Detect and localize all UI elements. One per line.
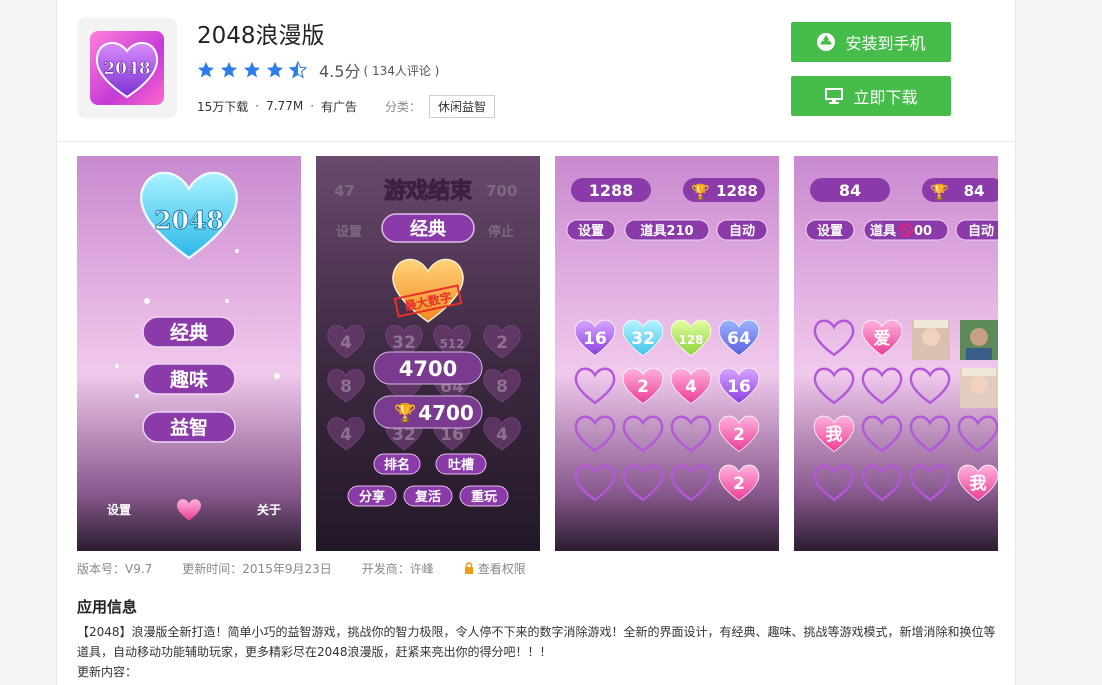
tile-label: 512 xyxy=(439,337,464,351)
tile-label: 8 xyxy=(496,377,508,397)
review-count-link[interactable]: ( 134人评论 ) xyxy=(363,62,439,79)
props-label: 道具 xyxy=(870,223,896,239)
screenshot-3[interactable]: 1288 🏆 1288 设置 道具210 自动 16 32 128 64 2 4 16 2 2 xyxy=(555,156,779,551)
props-count: 00 xyxy=(914,224,932,239)
screenshot-4[interactable]: 84 🏆 84 设置 道具 00 自动 爱 我 我 xyxy=(794,156,998,551)
screenshot-gallery: 2048 经典 趣味 益智 设置 关于 47 700 游戏结束 经典 设置 停止… xyxy=(77,156,998,551)
faded-score-right: 700 xyxy=(486,182,517,200)
best-score: 1288 xyxy=(716,182,758,200)
app-icon-label: 2048 xyxy=(103,59,150,79)
monitor-icon xyxy=(825,88,844,104)
final-score: 4700 xyxy=(399,357,457,381)
current-score: 1288 xyxy=(589,181,634,200)
lock-icon xyxy=(464,562,473,574)
tile-label: 4 xyxy=(496,425,508,445)
screenshot-2[interactable]: 47 700 游戏结束 经典 设置 停止 最大数字 4 32 512 2 8 64 8 4 32… xyxy=(316,156,540,551)
replay-label: 重玩 xyxy=(471,489,497,505)
update-time-info: 更新时间：2015年9月23日 xyxy=(182,561,332,576)
roast-label: 吐槽 xyxy=(448,457,474,473)
app-meta: 15万下载 · 7.77M · 有广告 分类： 休闲益智 xyxy=(197,94,496,118)
tile-label: 4 xyxy=(340,333,352,353)
app-title: 2048浪漫版 xyxy=(197,23,325,49)
category-tag[interactable]: 休闲益智 xyxy=(429,94,496,118)
star-icon xyxy=(266,61,284,78)
trophy-icon: 🏆 xyxy=(691,183,710,201)
section-title: 应用信息 xyxy=(77,598,138,616)
settings-label: 设置 xyxy=(817,224,843,239)
app-store-icon xyxy=(817,33,836,51)
developer-info: 开发商：许峰 xyxy=(361,561,434,576)
best-score: 4700 xyxy=(418,401,474,425)
tile-label: 8 xyxy=(340,377,352,397)
tile-label: 2 xyxy=(733,474,745,494)
update-content-label: 更新内容： xyxy=(77,665,138,679)
heart-icon: 2048 xyxy=(95,42,159,99)
tile-label: 16 xyxy=(583,329,607,349)
tile-label: 4 xyxy=(685,377,697,397)
app-description: 【2048】浪漫版全新打造！简单小巧的益智游戏，挑战你的智力极限，令人停不下来的… xyxy=(77,625,996,659)
separator-dot: · xyxy=(255,99,260,113)
app-header: 2048 2048浪漫版 4.5分 ( 134人评论 ) 15万下载 · 7.7… xyxy=(57,0,1017,142)
menu-fun-label: 趣味 xyxy=(169,368,208,391)
download-now-label: 立即下载 xyxy=(853,88,918,107)
tile-label: 128 xyxy=(678,333,703,347)
star-icon xyxy=(220,61,238,78)
download-count: 15万下载 xyxy=(197,99,249,114)
category-label: 分类： xyxy=(385,99,422,114)
about-label[interactable]: 关于 xyxy=(257,502,281,517)
tile-label: 爱 xyxy=(874,328,891,349)
app-size: 7.77M xyxy=(266,99,304,113)
best-score: 84 xyxy=(964,182,985,200)
tile-label: 2 xyxy=(496,333,508,353)
permission-label: 查看权限 xyxy=(477,561,526,576)
screenshot-1[interactable]: 2048 经典 趣味 益智 设置 关于 xyxy=(77,156,301,551)
app-icon-frame: 2048 xyxy=(77,18,177,118)
settings-label[interactable]: 设置 xyxy=(107,502,131,517)
tile-label: 2 xyxy=(733,425,745,445)
app-icon: 2048 xyxy=(90,31,164,105)
install-to-phone-label: 安装到手机 xyxy=(845,34,926,53)
permission-link[interactable]: 查看权限 xyxy=(464,560,526,577)
rank-label: 排名 xyxy=(384,457,410,473)
tile-label: 我 xyxy=(826,425,843,445)
version-info: 版本号：V9.7 xyxy=(77,561,153,576)
separator-dot: · xyxy=(310,99,315,113)
tile-label: 我 xyxy=(970,474,987,494)
settings-label: 设置 xyxy=(578,224,604,239)
tile-label: 32 xyxy=(631,329,655,349)
ads-label: 有广告 xyxy=(321,99,358,114)
trophy-icon: 🏆 xyxy=(930,183,949,201)
download-now-button[interactable]: 立即下载 xyxy=(791,76,951,116)
tile-label: 32 xyxy=(392,333,416,353)
props-label: 道具210 xyxy=(640,223,693,239)
revive-label: 复活 xyxy=(414,489,441,505)
auto-label: 自动 xyxy=(968,223,994,239)
star-icon xyxy=(197,61,215,78)
auto-label: 自动 xyxy=(729,223,755,239)
share-label: 分享 xyxy=(359,489,385,505)
menu-puzzle-label: 益智 xyxy=(170,416,208,439)
rating-row: 4.5分 ( 134人评论 ) xyxy=(197,58,439,82)
app-info-row: 版本号：V9.7 更新时间：2015年9月23日 开发商：许峰 查看权限 xyxy=(77,558,556,578)
rating-score: 4.5分 xyxy=(319,62,361,81)
install-to-phone-button[interactable]: 安装到手机 xyxy=(791,22,951,62)
menu-classic-label: 经典 xyxy=(170,321,208,344)
current-score: 84 xyxy=(839,181,861,200)
star-rating xyxy=(197,61,307,79)
faded-stop-label: 停止 xyxy=(488,224,514,240)
game-over-title: 游戏结束 xyxy=(384,178,473,204)
half-star-icon xyxy=(289,61,307,79)
star-icon xyxy=(243,61,261,78)
tile-label: 16 xyxy=(727,377,751,397)
tile-label: 2 xyxy=(637,377,649,397)
faded-score-left: 47 xyxy=(334,182,355,200)
mode-label: 经典 xyxy=(410,218,446,240)
faded-settings-label: 设置 xyxy=(336,225,362,240)
trophy-icon: 🏆 xyxy=(394,402,416,424)
app-detail-card: 2048 2048浪漫版 4.5分 ( 134人评论 ) 15万下载 · 7.7… xyxy=(56,0,1017,685)
heart-logo-label: 2048 xyxy=(154,206,224,235)
tile-label: 64 xyxy=(727,329,751,349)
tile-label: 4 xyxy=(340,425,352,445)
